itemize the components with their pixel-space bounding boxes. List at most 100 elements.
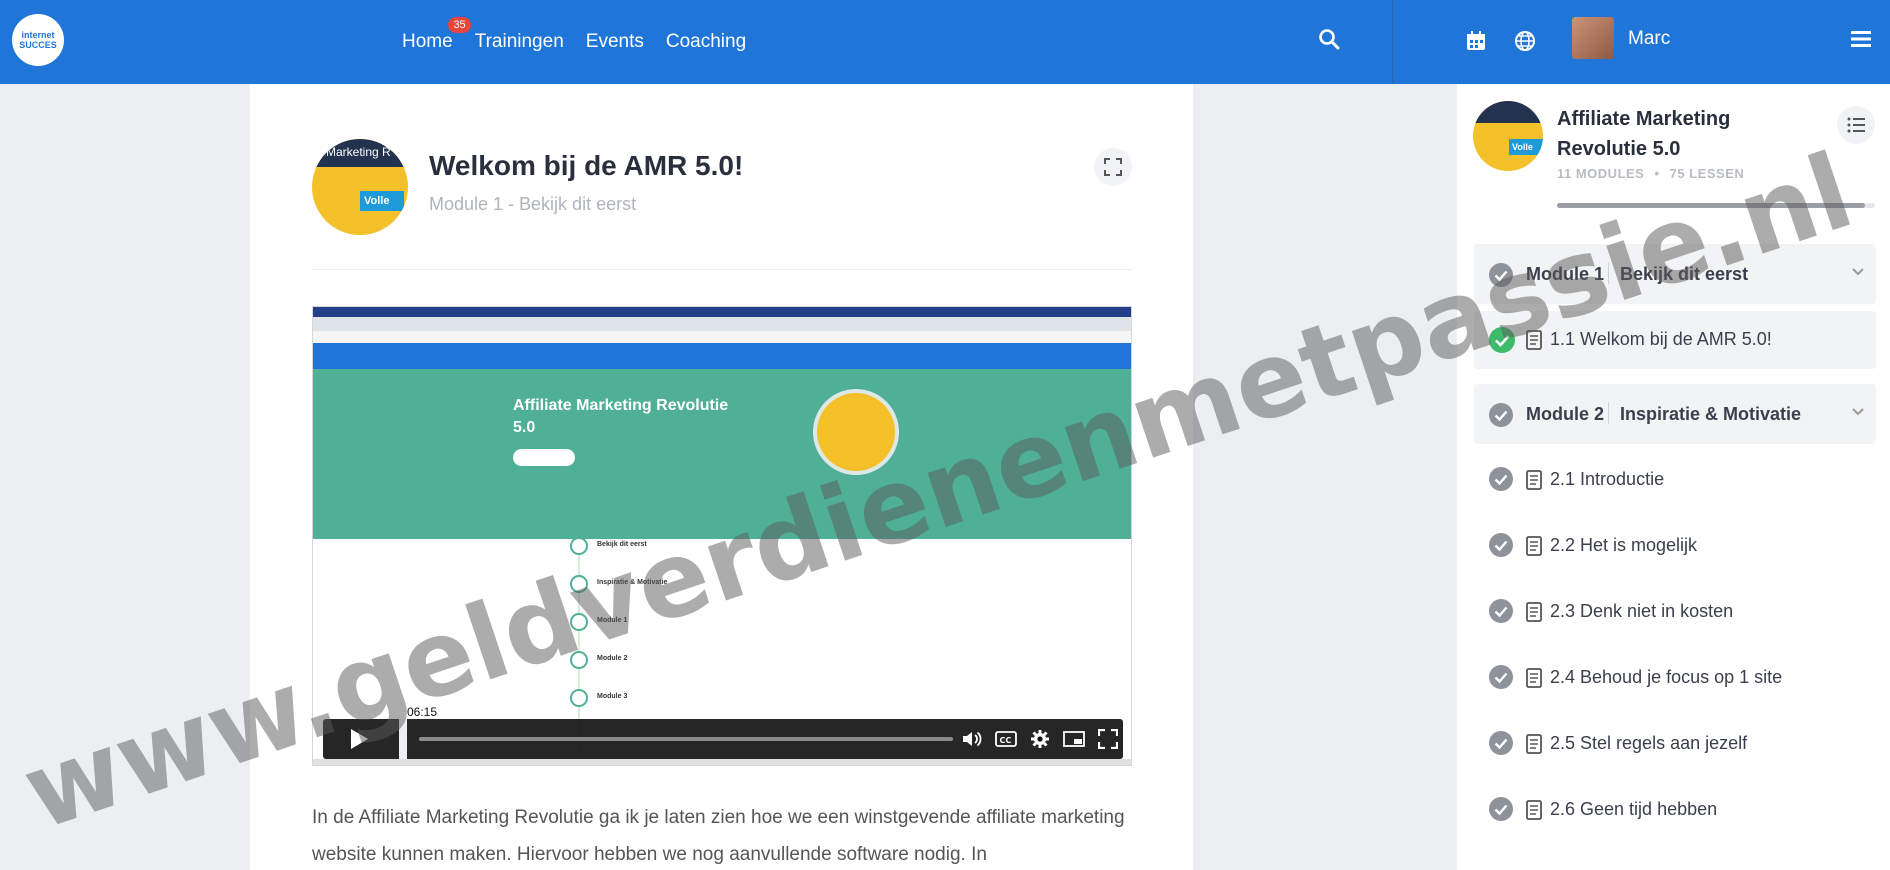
sidebar-lesson-2-1[interactable]: 2.1 Introductie <box>1474 451 1876 509</box>
sidebar-lesson-2-2[interactable]: 2.2 Het is mogelijk <box>1474 517 1876 575</box>
main-nav: Home 35 Trainingen Events Coaching <box>402 0 768 84</box>
video-taskbar <box>313 759 1131 765</box>
meta-separator: • <box>1654 166 1660 181</box>
logo-text-top: internet <box>21 30 55 40</box>
document-icon <box>1526 734 1542 754</box>
controls-gap <box>399 719 407 759</box>
thumbnail-text: Marketing R <box>326 145 391 159</box>
module-separator <box>1608 262 1609 284</box>
check-circle-icon <box>1489 731 1513 755</box>
course-progress-bar <box>1557 203 1875 208</box>
module-name: Inspiratie & Motivatie <box>1620 404 1802 424</box>
video-step-label: Bekijk dit eerst <box>597 541 647 548</box>
user-name[interactable]: Marc <box>1628 28 1670 50</box>
video-site-nav <box>313 343 1131 369</box>
course-title[interactable]: Affiliate Marketing Revolutie 5.0 <box>1557 104 1777 164</box>
nav-home[interactable]: Home 35 <box>402 17 471 53</box>
document-icon <box>1526 668 1542 688</box>
module-name: Bekijk dit eerst <box>1620 264 1749 284</box>
video-step-label: Inspiratie & Motivatie <box>597 579 668 586</box>
video-browser-urlbar <box>313 331 1131 343</box>
sidebar-lesson-2-5[interactable]: 2.5 Stel regels aan jezelf <box>1474 715 1876 773</box>
module-header-1[interactable]: Module 1 Bekijk dit eerst <box>1474 244 1876 304</box>
video-controls: CC <box>323 719 1123 759</box>
check-circle-icon <box>1489 467 1513 491</box>
nav-coaching[interactable]: Coaching <box>666 31 746 53</box>
hamburger-menu-icon[interactable] <box>1851 30 1871 53</box>
module-count: 11 MODULES <box>1557 166 1645 181</box>
lesson-content: Marketing R Volle Welkom bij de AMR 5.0!… <box>250 84 1193 870</box>
notification-badge: 35 <box>448 17 471 33</box>
video-step-label: Module 1 <box>597 617 628 624</box>
module-header-2[interactable]: Module 2 Inspiratie & Motivatie <box>1474 384 1876 444</box>
document-icon <box>1526 470 1542 490</box>
sidebar-lesson-2-6[interactable]: 2.6 Geen tijd hebben <box>1474 781 1876 839</box>
video-player[interactable]: Affiliate Marketing Revolutie 5.0 Bekijk… <box>312 306 1132 766</box>
user-avatar[interactable] <box>1572 17 1614 59</box>
video-step-label: Module 2 <box>597 655 628 662</box>
thumbnail-pill: Volle <box>360 191 404 211</box>
video-progress-bar[interactable] <box>419 737 953 741</box>
document-icon <box>1526 330 1542 350</box>
video-time-tooltip: 06:15 <box>403 705 442 719</box>
fullscreen-button[interactable] <box>1094 148 1132 186</box>
lesson-body-text: In de Affiliate Marketing Revolutie ga i… <box>312 807 1125 865</box>
fullscreen-icon[interactable] <box>1097 729 1119 749</box>
video-step-1 <box>570 537 588 555</box>
captions-icon[interactable]: CC <box>995 729 1017 749</box>
nav-trainingen[interactable]: Trainingen <box>475 31 564 53</box>
video-browser-menubar <box>313 307 1131 317</box>
check-circle-icon <box>1489 665 1513 689</box>
volume-icon[interactable] <box>961 729 983 749</box>
lesson-name: 2.1 Introductie <box>1550 469 1665 489</box>
page-title: Welkom bij de AMR 5.0! <box>429 150 744 181</box>
play-icon <box>351 729 368 749</box>
picture-in-picture-icon[interactable] <box>1063 729 1085 749</box>
check-circle-icon <box>1489 263 1513 287</box>
sidebar-lesson-1-1[interactable]: 1.1 Welkom bij de AMR 5.0! <box>1474 311 1876 369</box>
chevron-down-icon <box>1852 408 1864 416</box>
nav-events-label: Events <box>585 31 644 52</box>
lesson-thumbnail: Marketing R Volle <box>312 139 408 235</box>
nav-events[interactable]: Events <box>586 31 644 53</box>
calendar-icon[interactable] <box>1465 30 1487 57</box>
svg-text:CC: CC <box>1000 736 1012 745</box>
search-icon[interactable] <box>1318 28 1340 55</box>
check-circle-icon <box>1489 533 1513 557</box>
logo-text-bottom: SUCCES <box>19 40 57 50</box>
lesson-count: 75 LESSEN <box>1669 166 1745 181</box>
video-step-label: Module 3 <box>597 693 628 700</box>
video-step-5 <box>570 689 588 707</box>
check-circle-completed-icon <box>1489 327 1515 353</box>
sidebar-lesson-2-3[interactable]: 2.3 Denk niet in kosten <box>1474 583 1876 641</box>
check-circle-icon <box>1489 599 1513 623</box>
lesson-name: 1.1 Welkom bij de AMR 5.0! <box>1550 329 1772 349</box>
video-browser-tabs <box>313 317 1131 331</box>
course-thumbnail: Volle <box>1473 101 1543 171</box>
video-course-badge <box>813 389 899 475</box>
play-button[interactable] <box>323 719 395 759</box>
module-number: Module 1 <box>1526 264 1605 284</box>
document-icon <box>1526 602 1542 622</box>
globe-icon[interactable] <box>1514 30 1536 57</box>
lesson-name: 2.5 Stel regels aan jezelf <box>1550 733 1748 753</box>
nav-trainingen-label: Trainingen <box>474 31 564 52</box>
lesson-list-button[interactable] <box>1837 106 1875 144</box>
check-circle-icon <box>1489 403 1513 427</box>
video-step-4 <box>570 651 588 669</box>
module-number: Module 2 <box>1526 404 1605 424</box>
video-hero-button <box>513 449 575 466</box>
lesson-subtitle: Module 1 - Bekijk dit eerst <box>429 194 637 214</box>
course-meta: 11 MODULES • 75 LESSEN <box>1557 166 1744 181</box>
divider <box>312 269 1132 270</box>
site-logo[interactable]: internet SUCCES <box>12 14 64 66</box>
nav-home-label: Home <box>402 31 453 52</box>
sidebar-lesson-2-4[interactable]: 2.4 Behoud je focus op 1 site <box>1474 649 1876 707</box>
document-icon <box>1526 800 1542 820</box>
video-step-3 <box>570 613 588 631</box>
expand-icon <box>1104 158 1122 176</box>
lesson-name: 2.2 Het is mogelijk <box>1550 535 1698 555</box>
lesson-name: 2.6 Geen tijd hebben <box>1550 799 1718 819</box>
document-icon <box>1526 536 1542 556</box>
settings-gear-icon[interactable] <box>1029 729 1051 749</box>
